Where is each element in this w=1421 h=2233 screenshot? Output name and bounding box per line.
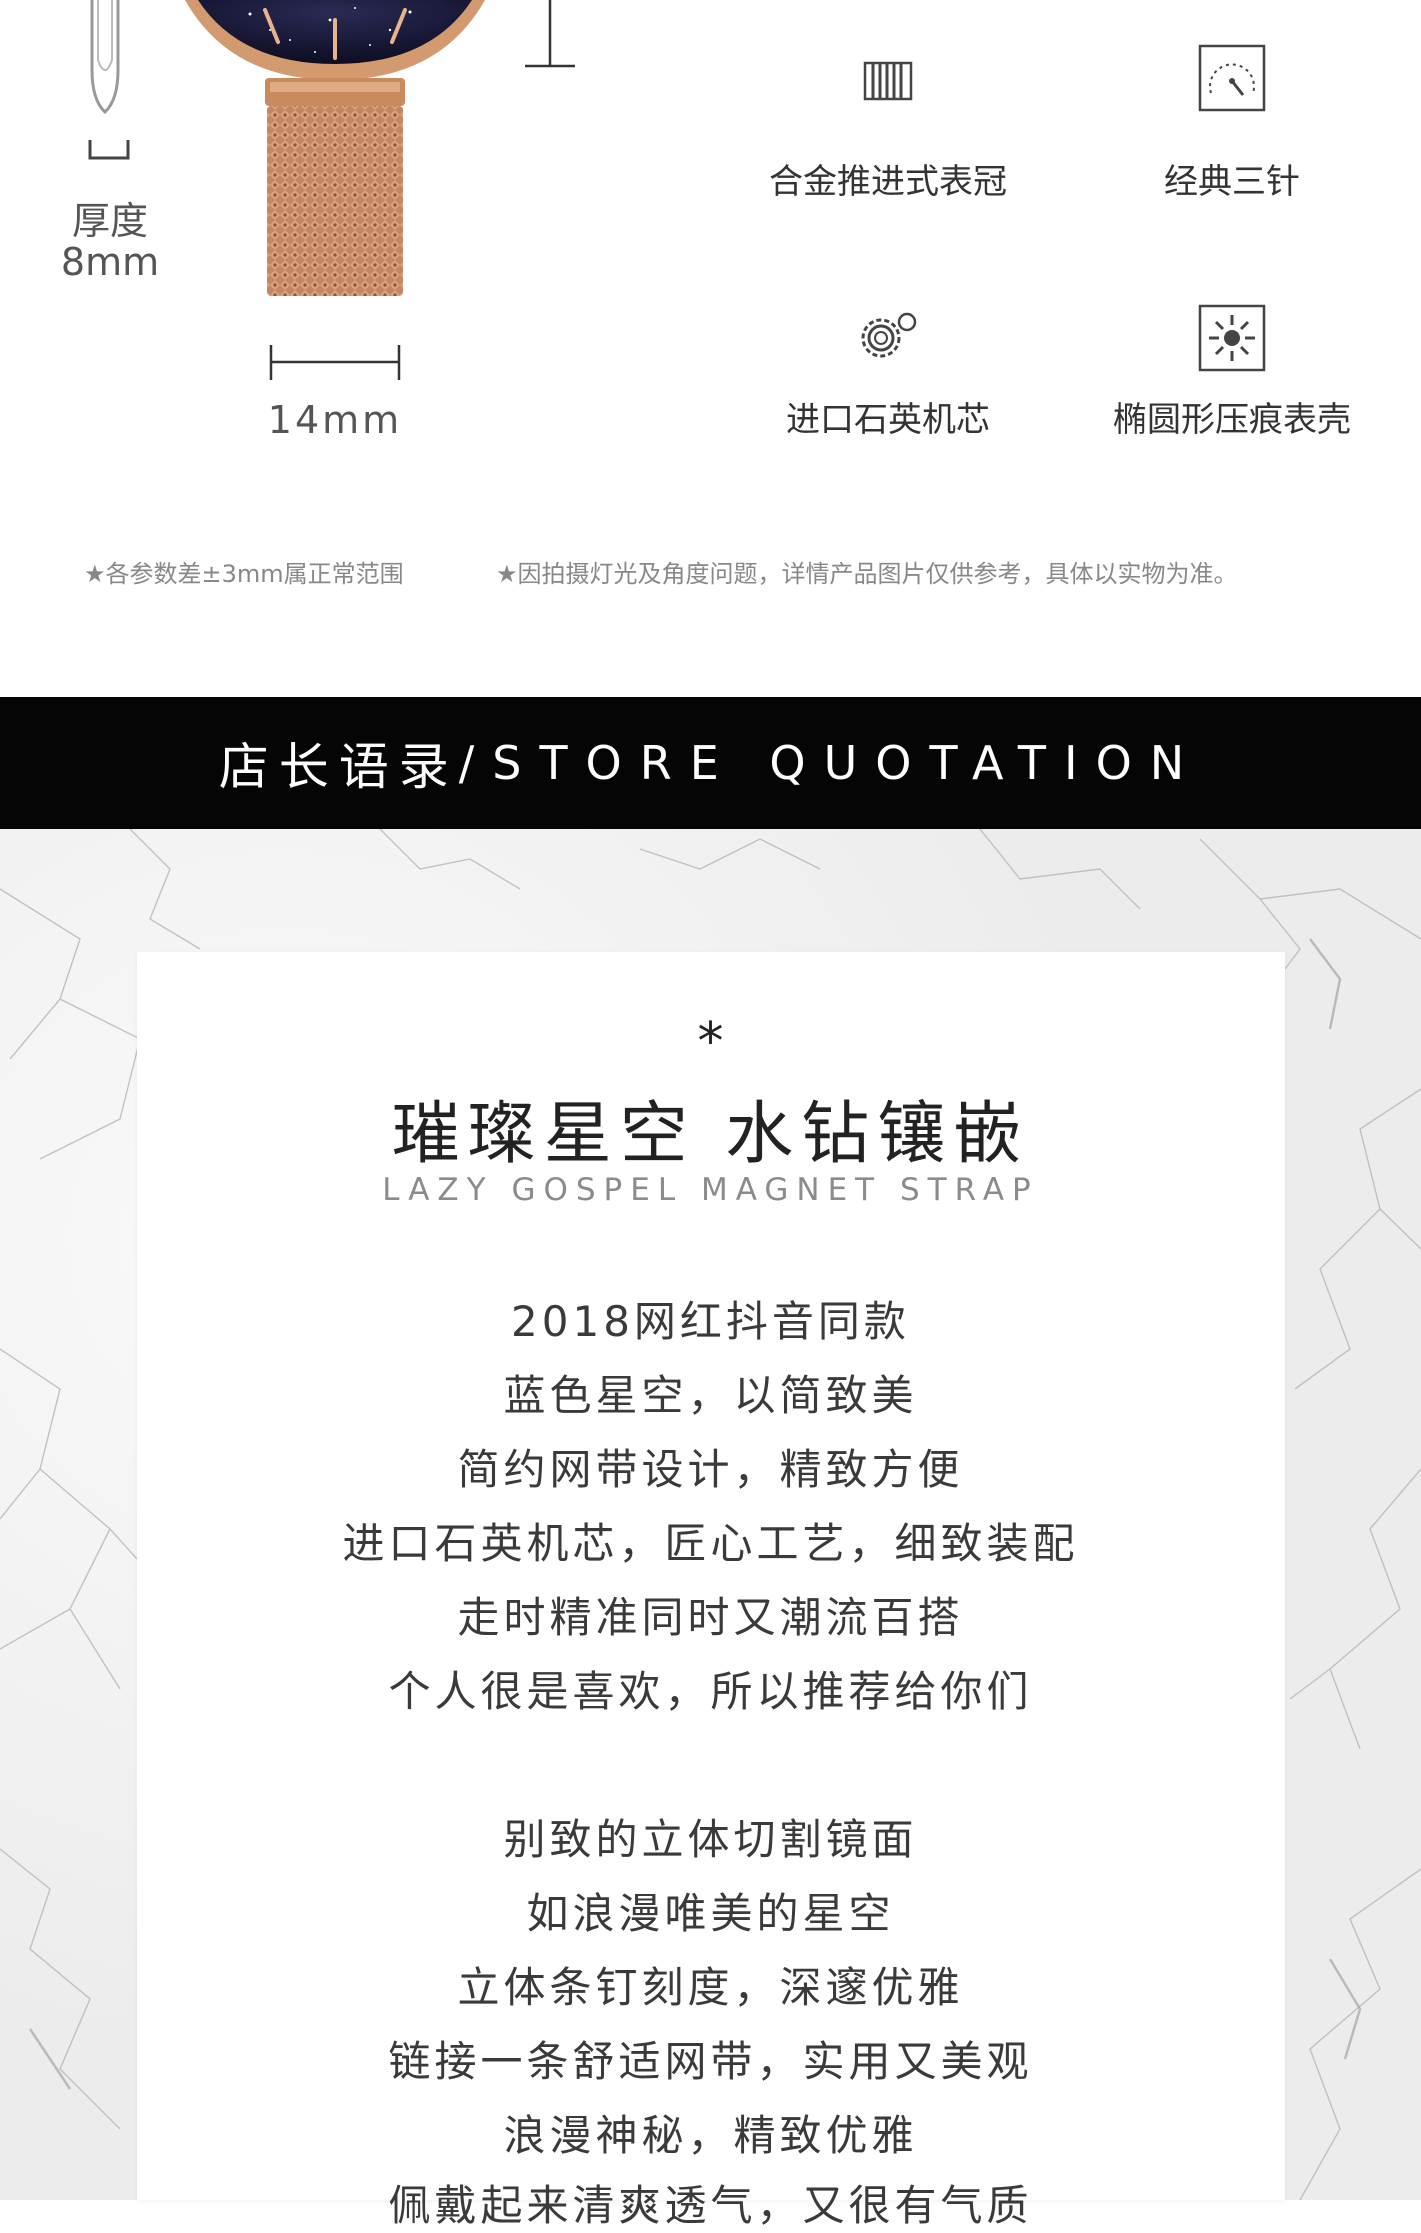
quote-line: 别致的立体切割镜面 <box>503 1815 918 1864</box>
feature-label-movement: 进口石英机芯 <box>786 400 990 440</box>
feature-label-crown: 合金推进式表冠 <box>769 162 1007 202</box>
banner-title-cn: 店长语录 <box>218 738 459 796</box>
star-ornament: * <box>697 1012 724 1072</box>
crown-icon <box>863 61 913 101</box>
quote-line: 浪漫神秘，精致优雅 <box>503 2111 918 2160</box>
feature-label-hands: 经典三针 <box>1164 162 1300 202</box>
banner-title-en: /STORE QUOTATION <box>458 736 1203 790</box>
quote-line: 进口石英机芯，匠心工艺，细致装配 <box>342 1519 1079 1568</box>
quote-line: 立体条钉刻度，深邃优雅 <box>457 1963 964 2012</box>
thickness-value: 8mm <box>60 240 160 284</box>
quote-title-en: LAZY GOSPEL MAGNET STRAP <box>382 1172 1039 1208</box>
quote-line: 蓝色星空，以简致美 <box>503 1371 918 1420</box>
width-marker <box>269 345 401 380</box>
quote-line: 如浪漫唯美的星空 <box>526 1889 895 1938</box>
feature-label-case: 椭圆形压痕表壳 <box>1113 400 1351 440</box>
watch-side-drawing <box>88 0 130 160</box>
quote-line: 佩戴起来清爽透气，又很有气质 <box>388 2181 1033 2230</box>
thickness-label: 厚度 <box>71 199 148 243</box>
store-quotation-banner: 店长语录 /STORE QUOTATION <box>0 697 1421 829</box>
quote-line: 链接一条舒适网带，实用又美观 <box>388 2037 1033 2086</box>
width-value: 14mm <box>267 398 403 442</box>
quote-line: 个人很是喜欢，所以推荐给你们 <box>388 1667 1033 1716</box>
quote-title-cn: 璀璨星空 水钻镶嵌 <box>391 1095 1030 1174</box>
dial-icon <box>1198 44 1266 112</box>
height-marker <box>525 0 575 68</box>
gear-icon <box>861 312 917 358</box>
sun-icon <box>1198 304 1266 372</box>
spec-section: 厚度 8mm 14mm 合金推进式表冠 经典三针 进口石英机芯 椭圆形压痕表壳 … <box>0 0 1421 697</box>
watch-front-image <box>185 0 485 296</box>
quote-line: 2018网红抖音同款 <box>511 1297 910 1346</box>
quote-line: 走时精准同时又潮流百搭 <box>457 1593 964 1642</box>
quote-line: 简约网带设计，精致方便 <box>457 1445 964 1494</box>
note-tolerance: ★各参数差±3mm属正常范围 <box>84 560 404 588</box>
note-disclaimer: ★因拍摄灯光及角度问题，详情产品图片仅供参考，具体以实物为准。 <box>496 560 1238 588</box>
